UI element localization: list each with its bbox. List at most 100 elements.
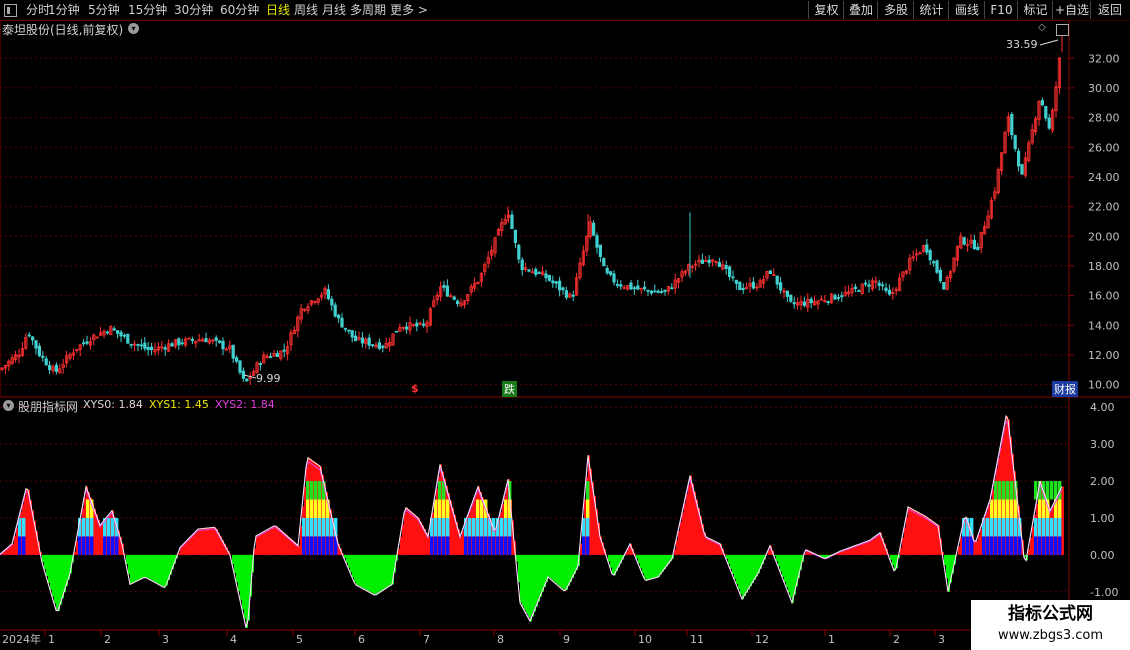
indicator-bar-up [278, 527, 280, 555]
month-label: 1 [828, 633, 835, 646]
toolbar-button-8[interactable]: 返回 [1090, 1, 1129, 19]
period-tab-1[interactable]: 1分钟 [48, 2, 80, 18]
indicator-bar-down [524, 554, 526, 611]
indicator-bar-up [922, 514, 924, 555]
signal-block-blue [966, 536, 970, 555]
period-tab-2[interactable]: 5分钟 [88, 2, 120, 18]
toolbar-button-4[interactable]: 画线 [948, 1, 985, 19]
indicator-bar-up [934, 522, 936, 555]
indicator-bar-down [540, 554, 542, 597]
signal-block-yellow [504, 499, 508, 518]
period-tab-6[interactable]: 日线 [266, 2, 290, 18]
indicator-bar-down [132, 554, 134, 584]
toolbar-button-5[interactable]: F10 [984, 1, 1018, 19]
signal-block-cyan [442, 517, 446, 537]
candle-body [44, 358, 48, 366]
signal-block-green [314, 481, 318, 500]
indicator-bar-up [198, 529, 200, 555]
indicator-bar-down [356, 554, 358, 585]
indicator-bar-down [752, 554, 754, 584]
panel-toggle-icon[interactable] [1056, 24, 1069, 36]
period-tab-4[interactable]: 30分钟 [174, 2, 213, 18]
indicator-bar-up [196, 531, 198, 555]
candle-body [119, 331, 123, 337]
indicator-bar-up [706, 536, 708, 555]
indicator-bar-up [876, 535, 878, 555]
toolbar-button-6[interactable]: 标记 [1017, 1, 1053, 19]
indicator-bar-down [726, 554, 728, 559]
period-tab-3[interactable]: 15分钟 [128, 2, 167, 18]
window-menu-icon[interactable] [4, 4, 17, 17]
indicator-bar-up [460, 536, 462, 555]
candle-body [37, 345, 42, 357]
candle-body [54, 364, 59, 372]
time-axis: 2024年 1 2 3 4 5 6 7 8 9 10 11 12 1 2 3 [2, 630, 945, 646]
chevron-down-icon[interactable]: ▾ [128, 23, 139, 34]
event-marker-report[interactable]: 财报 [1052, 381, 1078, 397]
period-tab-7[interactable]: 周线 [294, 2, 318, 18]
period-tab-5[interactable]: 60分钟 [220, 2, 259, 18]
signal-block-cyan [86, 517, 90, 537]
month-label: 10 [638, 633, 652, 646]
signal-block-blue [310, 536, 314, 555]
indicator-bar-up [274, 525, 276, 555]
candle-body [643, 286, 647, 290]
indicator-bar-down [550, 554, 552, 579]
indicator-bar-down [364, 554, 366, 590]
candle-body [700, 259, 705, 264]
candle-body [85, 341, 89, 344]
indicator-bar-up [864, 542, 866, 555]
signal-block-blue [496, 536, 500, 555]
indicator-bar-up [260, 533, 262, 555]
candle-body [663, 289, 667, 292]
signal-block-blue [22, 536, 26, 555]
event-marker-drop[interactable]: 跌 [502, 381, 517, 397]
indicator-bar-up [280, 529, 282, 555]
candle-body [116, 330, 120, 334]
indicator-bar-down [732, 554, 734, 574]
indicator-bar-down [784, 554, 786, 583]
candle-body [629, 282, 633, 290]
candle-body [632, 287, 637, 290]
chart-area[interactable]: 32.0030.0028.0026.0024.0022.0020.0018.00… [0, 20, 1130, 650]
indicator-bar-down [348, 554, 350, 568]
indicator-bar-down [654, 554, 656, 579]
indicator-bar-down [730, 554, 732, 569]
indicator-bar-down [130, 554, 132, 585]
indicator-bar-up [16, 528, 18, 555]
signal-block-blue [82, 536, 86, 555]
indicator-bar-down [776, 554, 778, 562]
indicator-bar-down [234, 554, 236, 574]
toolbar-button-0[interactable]: 复权 [808, 1, 844, 19]
signal-block-cyan [107, 517, 111, 537]
toolbar-button-1[interactable]: 叠加 [843, 1, 878, 19]
signal-block-cyan [1006, 517, 1010, 537]
candle-body [149, 346, 154, 351]
candle-body [48, 365, 52, 371]
indicator-bar-up [924, 515, 926, 555]
toolbar-button-7[interactable]: +自选 [1052, 1, 1091, 19]
period-tab-8[interactable]: 月线 [322, 2, 346, 18]
indicator-values: XYS0: 1.84 XYS1: 1.45 XYS2: 1.84 [83, 398, 281, 411]
y-tick-label: 28.00 [1088, 112, 1120, 125]
candle-body [840, 295, 844, 298]
signal-block-blue [994, 536, 998, 555]
month-label: 6 [358, 633, 365, 646]
indicator-bar-down [536, 554, 538, 607]
indicator-bar-down [54, 554, 56, 604]
signal-block-cyan [322, 517, 326, 537]
top-toolbar: 分时 1分钟 5分钟 15分钟 30分钟 60分钟 日线 周线 月线 多周期 更多 > 复权 叠加 多股… [0, 0, 1130, 21]
indicator-bar-down [610, 554, 612, 568]
indicator-bar-down [564, 554, 566, 591]
period-tab-0[interactable]: 分时 [26, 2, 50, 18]
signal-block-yellow [994, 499, 998, 518]
toolbar-button-3[interactable]: 统计 [913, 1, 949, 19]
candle-body [609, 271, 613, 275]
signal-block-blue [438, 536, 442, 555]
toolbar-button-2[interactable]: 多股 [877, 1, 914, 19]
period-tab-10[interactable]: 更多 > [390, 2, 428, 18]
diamond-icon[interactable]: ◇ [1038, 22, 1046, 33]
period-tab-9[interactable]: 多周期 [350, 2, 386, 18]
chevron-down-icon[interactable]: ▾ [3, 400, 14, 411]
event-marker-dividend[interactable]: $ [411, 382, 419, 395]
